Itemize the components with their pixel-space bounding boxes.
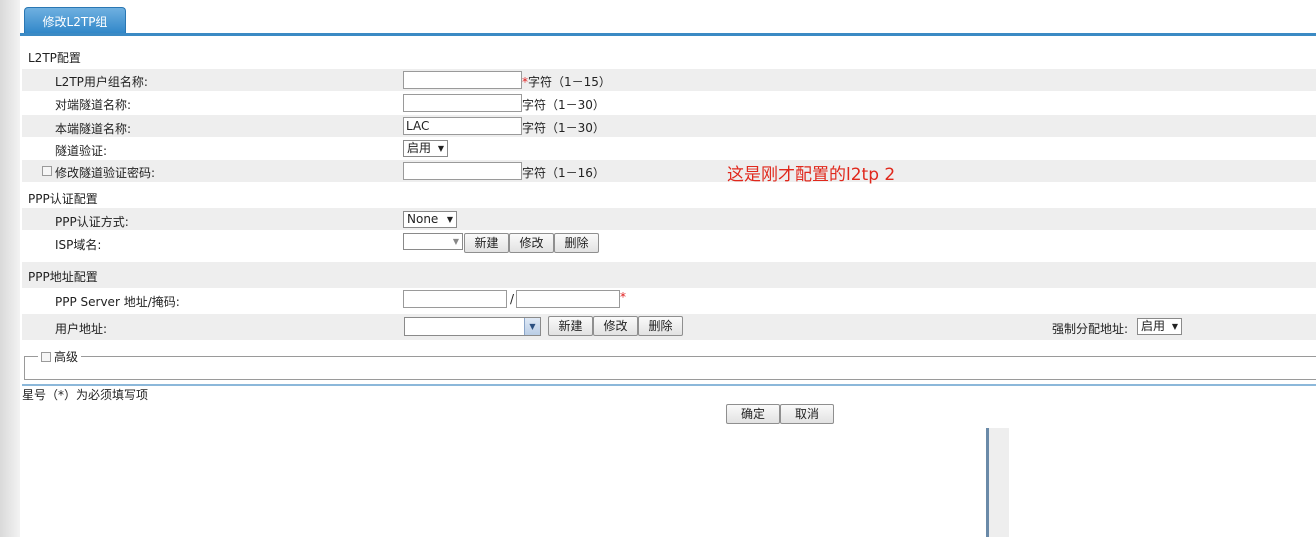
tunnel-auth-select[interactable]: 启用 ▼ xyxy=(403,140,448,157)
section-l2tp-title: L2TP配置 xyxy=(28,51,81,65)
required-mark: * xyxy=(620,290,626,304)
isp-modify-button[interactable]: 修改 xyxy=(509,233,554,253)
user-addr-new-button[interactable]: 新建 xyxy=(548,316,593,336)
group-name-hint: 字符（1－15） xyxy=(528,75,611,89)
user-addr-label: 用户地址: xyxy=(55,322,108,336)
group-name-label: L2TP用户组名称: xyxy=(55,75,148,89)
ppp-server-addr-input[interactable] xyxy=(403,290,507,308)
ppp-auth-mode-label: PPP认证方式: xyxy=(55,215,129,229)
local-tunnel-input[interactable] xyxy=(403,117,522,135)
row-ppp-addr-header xyxy=(22,262,1316,288)
ppp-auth-mode-select[interactable]: None ▼ xyxy=(403,211,457,228)
tunnel-pwd-input[interactable] xyxy=(403,162,522,180)
advanced-checkbox[interactable] xyxy=(41,352,51,362)
tunnel-pwd-label: 修改隧道验证密码: xyxy=(55,166,156,180)
separator xyxy=(22,384,1316,386)
chevron-down-icon[interactable]: ▼ xyxy=(524,318,540,335)
row-tunnel-pwd xyxy=(22,160,1316,182)
advanced-legend: 高级 xyxy=(38,348,82,365)
group-name-hint-wrap: *字符（1－15） xyxy=(522,73,611,90)
row-ppp-auth-mode xyxy=(22,208,1316,230)
force-assign-select[interactable]: 启用 ▼ xyxy=(1137,318,1182,335)
ppp-auth-mode-value: None xyxy=(407,212,439,226)
user-addr-combobox[interactable]: ▼ xyxy=(404,317,541,336)
local-tunnel-hint: 字符（1－30） xyxy=(522,121,605,135)
tunnel-auth-label: 隧道验证: xyxy=(55,144,108,158)
local-tunnel-label: 本端隧道名称: xyxy=(55,122,132,136)
ppp-server-mask-input[interactable] xyxy=(516,290,620,308)
row-local-tunnel xyxy=(22,115,1316,137)
tunnel-auth-value: 启用 xyxy=(407,141,432,155)
triangle-down-icon: ▼ xyxy=(452,237,459,246)
section-ppp-addr-title: PPP地址配置 xyxy=(28,270,98,284)
isp-domain-label: ISP域名: xyxy=(55,238,102,252)
tab-underline xyxy=(20,33,1316,36)
slash-separator: / xyxy=(510,292,515,306)
section-ppp-auth-title: PPP认证配置 xyxy=(28,192,98,206)
user-addr-modify-button[interactable]: 修改 xyxy=(593,316,638,336)
group-name-input[interactable] xyxy=(403,71,522,89)
peer-tunnel-label: 对端隧道名称: xyxy=(55,98,132,112)
left-shade xyxy=(0,0,20,537)
peer-tunnel-input[interactable] xyxy=(403,94,522,112)
isp-domain-select[interactable]: ▼ xyxy=(403,233,463,250)
triangle-down-icon: ▼ xyxy=(437,144,444,153)
force-assign-value: 启用 xyxy=(1141,319,1166,333)
tunnel-pwd-checkbox[interactable] xyxy=(42,166,52,176)
frame-shade xyxy=(989,428,1009,537)
ppp-server-label: PPP Server 地址/掩码: xyxy=(55,295,180,309)
advanced-fieldset xyxy=(24,356,1316,380)
advanced-label: 高级 xyxy=(54,350,79,364)
ok-button[interactable]: 确定 xyxy=(726,404,780,424)
cancel-button[interactable]: 取消 xyxy=(780,404,834,424)
isp-new-button[interactable]: 新建 xyxy=(464,233,509,253)
peer-tunnel-hint: 字符（1－30） xyxy=(522,98,605,112)
tab-edit-l2tp-group[interactable]: 修改L2TP组 xyxy=(24,7,126,34)
frame-divider xyxy=(986,428,989,537)
tunnel-pwd-hint: 字符（1－16） xyxy=(522,166,605,180)
force-assign-label: 强制分配地址: xyxy=(1052,322,1129,336)
user-addr-delete-button[interactable]: 删除 xyxy=(638,316,683,336)
isp-delete-button[interactable]: 删除 xyxy=(554,233,599,253)
required-footnote: 星号（*）为必须填写项 xyxy=(22,388,149,402)
row-group-name xyxy=(22,69,1316,91)
triangle-down-icon: ▼ xyxy=(1171,322,1178,331)
triangle-down-icon: ▼ xyxy=(446,215,453,224)
annotation-text: 这是刚才配置的l2tp 2 xyxy=(727,165,896,185)
